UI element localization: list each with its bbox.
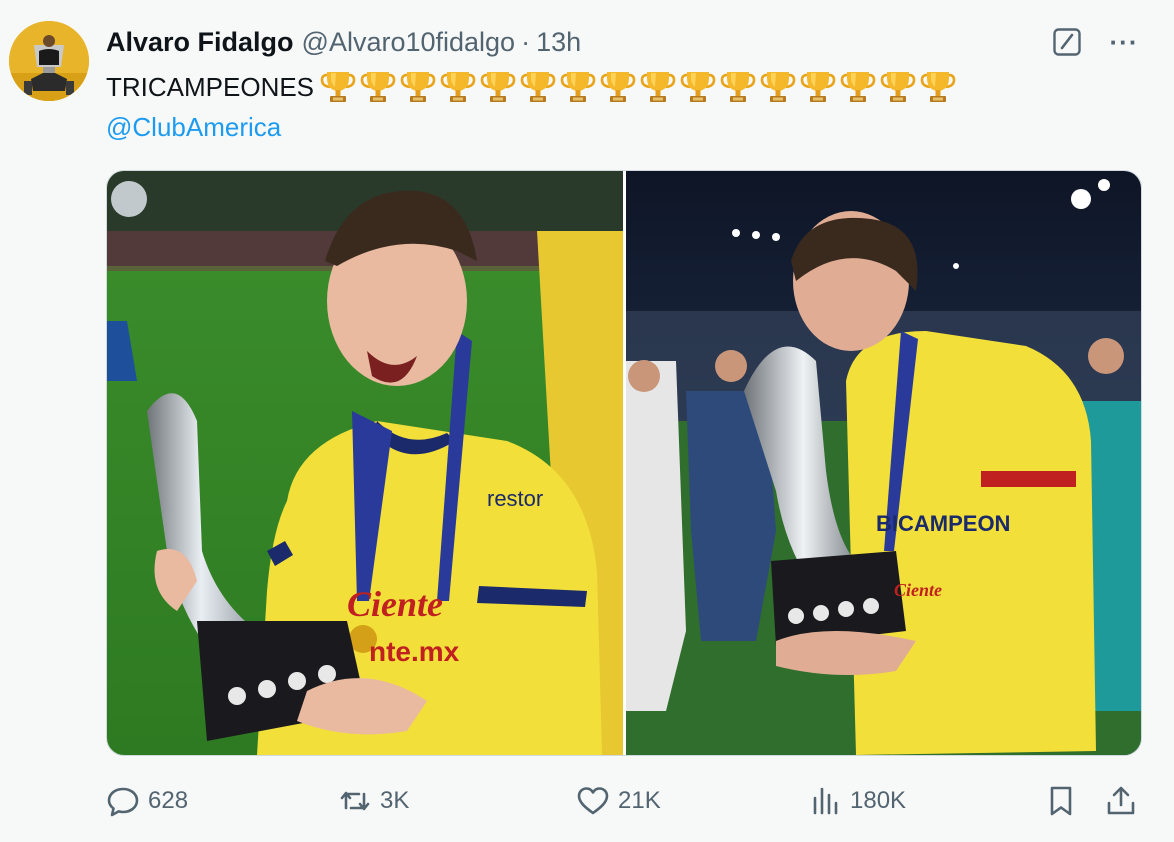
author-display-name[interactable]: Alvaro Fidalgo bbox=[106, 27, 294, 58]
repost-icon bbox=[340, 791, 370, 811]
reply-button[interactable]: 628 bbox=[106, 776, 188, 826]
tweet[interactable]: Alvaro Fidalgo @Alvaro10fidalgo · 13h ··… bbox=[0, 0, 1174, 842]
trophy-emoji bbox=[320, 72, 356, 102]
view-count: 180K bbox=[850, 787, 907, 814]
trophy-emoji bbox=[840, 72, 876, 102]
share-icon bbox=[1107, 786, 1135, 815]
like-button[interactable]: 21K bbox=[576, 776, 661, 826]
trophy-emoji bbox=[640, 72, 676, 102]
tweet-action-bar: 628 3K 21K 180K bbox=[0, 776, 1174, 826]
grok-icon bbox=[1053, 28, 1081, 56]
tweet-timestamp[interactable]: 13h bbox=[536, 27, 581, 58]
repost-button[interactable]: 3K bbox=[338, 776, 409, 826]
trophy-emoji-list bbox=[320, 70, 956, 104]
mention-link[interactable]: @ClubAmerica bbox=[106, 110, 281, 144]
heart-icon bbox=[577, 787, 609, 815]
more-options-button[interactable]: ··· bbox=[1104, 27, 1144, 57]
tweet-text: TRICAMPEONES bbox=[106, 71, 315, 102]
repost-count: 3K bbox=[380, 787, 410, 814]
separator-dot: · bbox=[521, 26, 531, 57]
bookmark-button[interactable] bbox=[1044, 776, 1086, 826]
author-handle[interactable]: @Alvaro10fidalgo bbox=[302, 27, 516, 58]
svg-text:nte.mx: nte.mx bbox=[369, 636, 460, 667]
views-button[interactable]: 180K bbox=[808, 776, 906, 826]
grok-button[interactable] bbox=[1052, 27, 1082, 57]
trophy-emoji bbox=[880, 72, 916, 102]
svg-text:restor: restor bbox=[487, 486, 543, 511]
tweet-text-line: TRICAMPEONES bbox=[106, 68, 956, 106]
trophy-emoji bbox=[760, 72, 796, 102]
trophy-emoji bbox=[560, 72, 596, 102]
share-button[interactable] bbox=[1104, 776, 1146, 826]
media-grid: restor Ciente nte.mx BICAMPEON Ciente bbox=[106, 170, 1142, 756]
left-photo[interactable]: restor Ciente nte.mx bbox=[107, 171, 623, 755]
right-photo[interactable]: BICAMPEON Ciente bbox=[626, 171, 1141, 755]
svg-text:Ciente: Ciente bbox=[894, 580, 942, 600]
like-count: 21K bbox=[618, 787, 661, 814]
reply-icon bbox=[107, 787, 139, 817]
trophy-emoji bbox=[480, 72, 516, 102]
trophy-emoji bbox=[720, 72, 756, 102]
bookmark-icon bbox=[1050, 786, 1072, 816]
author-avatar[interactable] bbox=[9, 21, 89, 101]
svg-text:BICAMPEON: BICAMPEON bbox=[876, 511, 1010, 536]
trophy-emoji bbox=[920, 72, 956, 102]
trophy-emoji bbox=[440, 72, 476, 102]
trophy-emoji bbox=[680, 72, 716, 102]
svg-text:Ciente: Ciente bbox=[347, 584, 443, 624]
trophy-emoji bbox=[360, 72, 396, 102]
tweet-header: Alvaro Fidalgo @Alvaro10fidalgo · 13h bbox=[106, 24, 581, 60]
trophy-emoji bbox=[800, 72, 836, 102]
trophy-emoji bbox=[600, 72, 636, 102]
reply-count: 628 bbox=[148, 787, 189, 814]
trophy-emoji bbox=[400, 72, 436, 102]
analytics-icon bbox=[813, 787, 838, 815]
trophy-emoji bbox=[520, 72, 556, 102]
